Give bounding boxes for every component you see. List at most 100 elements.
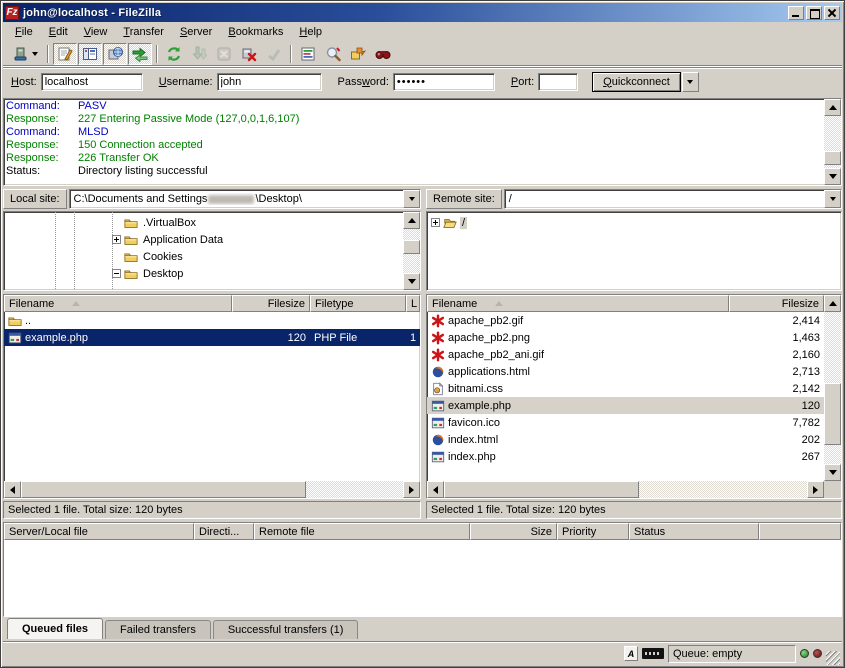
scrollbar-corner [824, 481, 841, 498]
scrollbar-thumb[interactable] [444, 481, 639, 498]
expand-icon[interactable] [112, 235, 121, 244]
resize-grip[interactable] [826, 651, 840, 665]
table-row[interactable]: applications.html 2,713 [427, 363, 824, 380]
tree-item-desktop[interactable]: Desktop [4, 265, 403, 282]
scrollbar-thumb[interactable] [824, 383, 841, 445]
remote-list-hscrollbar[interactable] [427, 481, 824, 498]
menu-file[interactable]: File [7, 24, 41, 40]
close-button[interactable] [824, 6, 840, 20]
log-line: Command:PASV [6, 100, 822, 113]
tab-successful-transfers[interactable]: Successful transfers (1) [213, 620, 359, 639]
quickconnect-button[interactable]: Quickconnect [592, 72, 681, 92]
column-header-filesize[interactable]: Filesize [232, 295, 310, 312]
directory-comparison-button[interactable] [321, 43, 345, 65]
find-files-button[interactable] [371, 43, 395, 65]
table-row[interactable]: bitnami.css 2,142 [427, 380, 824, 397]
column-header-filename[interactable]: Filename [427, 295, 729, 312]
site-manager-button[interactable] [7, 43, 43, 65]
reconnect-button[interactable] [262, 43, 286, 65]
tab-queued-files[interactable]: Queued files [7, 618, 103, 639]
column-header-server-local-file[interactable]: Server/Local file [4, 523, 194, 540]
scroll-left-icon[interactable] [4, 481, 21, 498]
scroll-up-icon[interactable] [403, 212, 420, 229]
column-header-filesize[interactable]: Filesize [729, 295, 824, 312]
scroll-left-icon[interactable] [427, 481, 444, 498]
tree-item-cookies[interactable]: Cookies [4, 248, 403, 265]
scroll-down-icon[interactable] [403, 273, 420, 290]
table-row[interactable]: example.php 120 [427, 397, 824, 414]
local-list-hscrollbar[interactable] [4, 481, 420, 498]
menu-view[interactable]: View [76, 24, 116, 40]
column-header-filetype[interactable]: Filetype [310, 295, 406, 312]
menu-edit[interactable]: Edit [41, 24, 76, 40]
table-row[interactable]: index.html 202 [427, 431, 824, 448]
refresh-button[interactable] [162, 43, 186, 65]
process-queue-icon [191, 46, 207, 62]
local-path-combo[interactable]: C:\Documents and Settings\Desktop\ [69, 189, 421, 209]
column-header-remote-file[interactable]: Remote file [254, 523, 470, 540]
table-row[interactable]: apache_pb2.png 1,463 [427, 329, 824, 346]
scroll-up-icon[interactable] [824, 99, 841, 116]
sort-ascending-icon [495, 301, 503, 306]
table-row[interactable]: index.php 267 [427, 448, 824, 465]
local-tree-icon [82, 46, 98, 62]
log-scrollbar[interactable] [824, 99, 841, 185]
scrollbar-thumb[interactable] [21, 481, 306, 498]
table-row[interactable]: example.php 120 PHP File 1 [4, 329, 420, 346]
toggle-remote-tree-button[interactable] [103, 43, 127, 65]
scroll-up-icon[interactable] [824, 295, 841, 312]
column-header-priority[interactable]: Priority [557, 523, 629, 540]
toggle-local-tree-button[interactable] [78, 43, 102, 65]
remote-path-dropdown-button[interactable] [824, 190, 841, 208]
port-input[interactable] [538, 73, 578, 91]
menu-transfer[interactable]: Transfer [115, 24, 172, 40]
local-path-dropdown-button[interactable] [403, 190, 420, 208]
toggle-transfer-queue-button[interactable] [128, 43, 152, 65]
scroll-right-icon[interactable] [403, 481, 420, 498]
expand-icon[interactable] [431, 218, 440, 227]
queue-header: Server/Local file Directi... Remote file… [4, 523, 841, 540]
tab-failed-transfers[interactable]: Failed transfers [105, 620, 211, 639]
column-header-filename[interactable]: Filename [4, 295, 232, 312]
filter-button[interactable] [296, 43, 320, 65]
scrollbar-thumb[interactable] [824, 151, 841, 165]
toggle-message-log-button[interactable] [53, 43, 77, 65]
scroll-down-icon[interactable] [824, 168, 841, 185]
local-tree-scrollbar[interactable] [403, 212, 420, 290]
minimize-button[interactable] [788, 6, 804, 20]
column-header-status[interactable]: Status [629, 523, 759, 540]
disconnect-button[interactable] [237, 43, 261, 65]
filter-icon [300, 46, 316, 62]
table-row[interactable]: favicon.ico 7,782 [427, 414, 824, 431]
quickconnect-dropdown-button[interactable] [682, 72, 699, 92]
column-header-lastmodified[interactable]: L [406, 295, 420, 312]
table-row[interactable]: .. [4, 312, 420, 329]
scrollbar-thumb[interactable] [403, 240, 420, 254]
username-input[interactable] [217, 73, 322, 91]
tree-item-root[interactable]: / [427, 214, 841, 231]
table-row[interactable]: apache_pb2.gif 2,414 [427, 312, 824, 329]
folder-icon [124, 233, 138, 247]
cancel-button[interactable] [212, 43, 236, 65]
maximize-button[interactable] [806, 6, 822, 20]
column-header-direction[interactable]: Directi... [194, 523, 254, 540]
synchronized-browsing-button[interactable] [346, 43, 370, 65]
menu-server[interactable]: Server [172, 24, 220, 40]
scroll-right-icon[interactable] [807, 481, 824, 498]
tree-item-virtualbox[interactable]: .VirtualBox [4, 214, 403, 231]
process-queue-button[interactable] [187, 43, 211, 65]
host-input[interactable] [41, 73, 143, 91]
log-line: Response:150 Connection accepted [6, 139, 822, 152]
column-header-size[interactable]: Size [470, 523, 557, 540]
remote-list-vscrollbar[interactable] [824, 295, 841, 481]
menu-help[interactable]: Help [291, 24, 330, 40]
collapse-icon[interactable] [112, 269, 121, 278]
file-panes: Local site: C:\Documents and Settings\De… [3, 189, 842, 519]
remote-path-combo[interactable]: / [504, 189, 842, 209]
scroll-down-icon[interactable] [824, 464, 841, 481]
tree-item-application-data[interactable]: Application Data [4, 231, 403, 248]
menu-bookmarks[interactable]: Bookmarks [220, 24, 291, 40]
table-row[interactable]: apache_pb2_ani.gif 2,160 [427, 346, 824, 363]
password-input[interactable] [393, 73, 495, 91]
folder-icon [124, 250, 138, 264]
